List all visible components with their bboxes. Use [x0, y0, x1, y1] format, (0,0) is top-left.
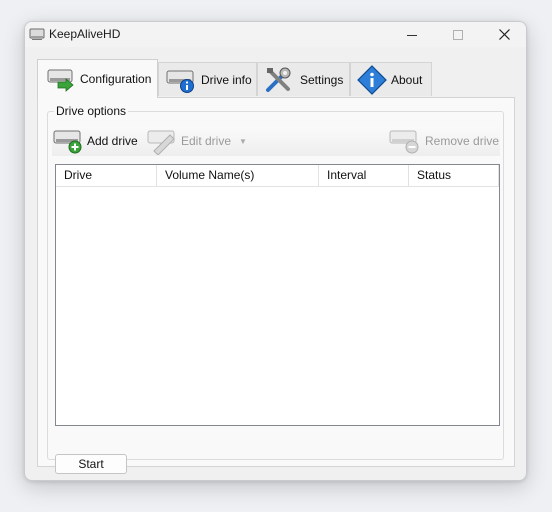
remove-drive-label: Remove drive: [425, 134, 500, 148]
info-diamond-icon: [357, 64, 387, 95]
add-drive-button[interactable]: Add drive: [52, 126, 138, 156]
tab-drive-info[interactable]: Drive info: [158, 62, 257, 96]
app-drive-icon: [29, 28, 45, 40]
tab-configuration-label: Configuration: [80, 72, 152, 86]
drive-toolbar: Add drive Edit drive ▼ Remove drive: [52, 126, 500, 156]
tab-settings[interactable]: Settings: [257, 62, 350, 96]
configuration-page: Drive options Add drive Edit drive ▼ Rem…: [37, 97, 515, 474]
close-button[interactable]: [481, 22, 526, 47]
minimize-button[interactable]: [389, 22, 435, 47]
maximize-icon: [453, 29, 463, 40]
drive-arrow-icon: [47, 69, 74, 92]
tools-icon: [266, 67, 291, 92]
tab-drive-info-label: Drive info: [201, 72, 252, 87]
tab-about[interactable]: About: [350, 62, 432, 96]
tab-about-label: About: [391, 72, 423, 87]
add-drive-icon: [53, 130, 82, 154]
column-header-interval[interactable]: Interval: [319, 165, 409, 187]
edit-drive-dropdown-icon[interactable]: ▼: [239, 137, 247, 146]
tab-strip: Configuration Drive info Settings About: [37, 59, 516, 98]
remove-drive-icon: [389, 130, 419, 154]
edit-drive-label: Edit drive: [181, 134, 232, 148]
edit-drive-icon: [147, 130, 175, 155]
add-drive-label: Add drive: [87, 134, 138, 148]
window-title: KeepAliveHD: [49, 27, 121, 41]
drive-list-header: Drive Volume Name(s) Interval Status: [56, 165, 499, 187]
tab-settings-label: Settings: [300, 72, 344, 87]
edit-drive-button[interactable]: Edit drive ▼: [146, 126, 247, 156]
app-window: KeepAliveHD Configuration Drive info Set…: [24, 21, 527, 481]
column-header-drive[interactable]: Drive: [56, 165, 157, 187]
column-header-volume-names[interactable]: Volume Name(s): [157, 165, 319, 187]
drive-options-legend: Drive options: [54, 104, 129, 118]
tab-configuration[interactable]: Configuration: [37, 59, 158, 98]
drive-list[interactable]: Drive Volume Name(s) Interval Status: [55, 164, 500, 426]
drive-options-group: Drive options Add drive Edit drive ▼ Rem…: [47, 104, 504, 460]
remove-drive-button[interactable]: Remove drive: [388, 126, 499, 156]
title-bar[interactable]: KeepAliveHD: [25, 22, 526, 47]
drive-info-icon: [166, 70, 194, 93]
close-icon: [498, 29, 510, 40]
maximize-button[interactable]: [435, 22, 481, 47]
column-header-status[interactable]: Status: [409, 165, 499, 187]
start-button[interactable]: Start: [55, 454, 127, 474]
minimize-icon: [407, 34, 417, 36]
